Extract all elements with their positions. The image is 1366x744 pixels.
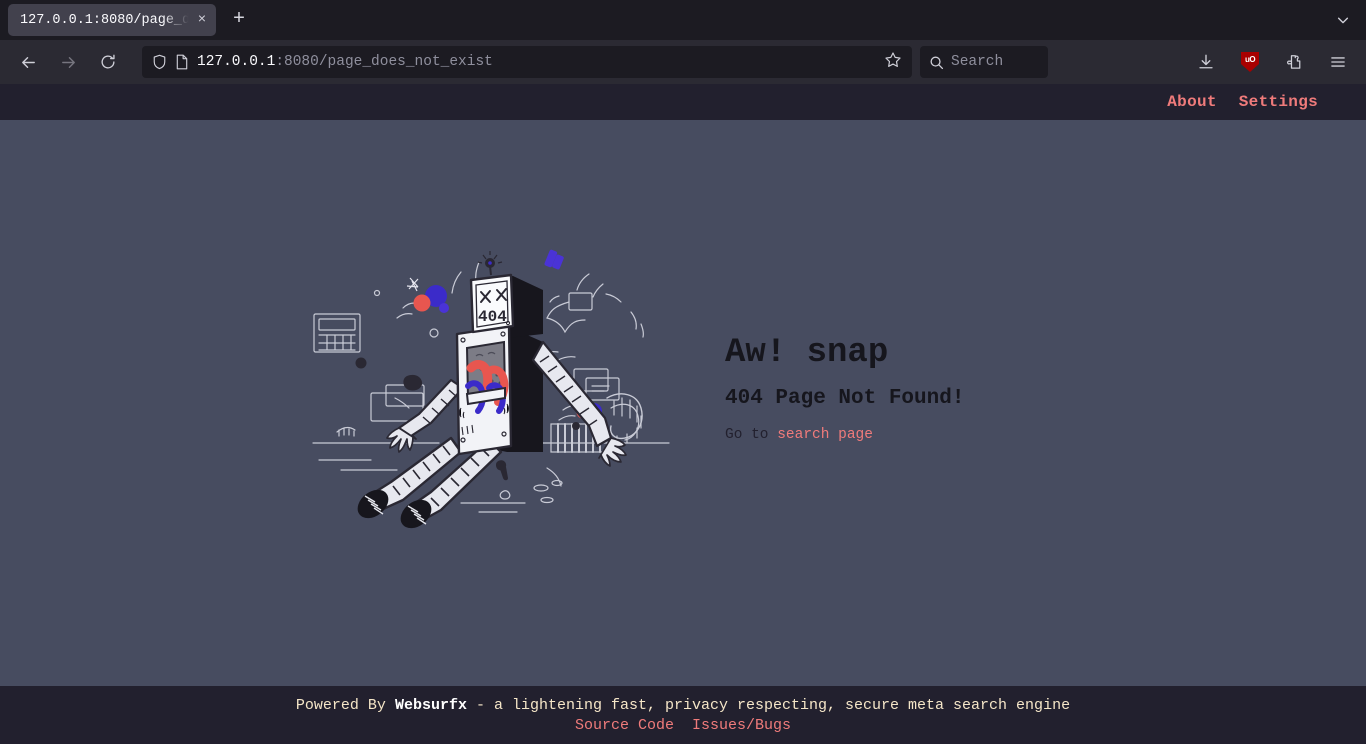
search-bar[interactable]: Search: [920, 46, 1048, 78]
address-bar[interactable]: 127.0.0.1:8080/page_does_not_exist: [142, 46, 912, 78]
back-button[interactable]: [11, 45, 45, 79]
footer-powered-prefix: Powered By: [295, 696, 395, 714]
tab-strip: 127.0.0.1:8080/page_does_not_exist × +: [0, 0, 1366, 40]
nav-link-about[interactable]: About: [1167, 93, 1217, 111]
new-tab-button[interactable]: +: [224, 5, 254, 35]
site-navigation: About Settings: [0, 84, 1366, 120]
confetti-red: [413, 294, 431, 312]
ublock-origin-button[interactable]: uO: [1233, 45, 1267, 79]
footer-links: Source Code Issues/Bugs: [575, 717, 791, 734]
app-menu-button[interactable]: [1321, 45, 1355, 79]
error-content: 404 Aw! snap 404 Page Not Found! Go to s…: [0, 120, 1366, 686]
tab-close-icon[interactable]: ×: [192, 10, 212, 30]
url-path: :8080/page_does_not_exist: [275, 54, 493, 70]
footer-tagline: Powered By Websurfx - a lightening fast,…: [296, 697, 1070, 714]
goto-prefix: Go to: [725, 427, 778, 444]
reload-button[interactable]: [91, 45, 125, 79]
forward-button[interactable]: [51, 45, 85, 79]
shield-icon[interactable]: [152, 54, 167, 70]
chevron-down-icon: [1337, 17, 1349, 24]
site-footer: Powered By Websurfx - a lightening fast,…: [0, 686, 1366, 744]
search-page-link[interactable]: search page: [777, 427, 873, 443]
confetti-blue-small: [439, 303, 449, 313]
error-subheadline: 404 Page Not Found!: [725, 387, 965, 411]
hamburger-menu-icon: [1331, 57, 1345, 67]
toolbar-icons: uO: [1186, 45, 1358, 79]
list-all-tabs-button[interactable]: [1328, 5, 1358, 35]
robot-head: 404: [469, 251, 515, 334]
goto-line: Go to search page: [725, 427, 1055, 443]
page-document-icon[interactable]: [175, 54, 189, 70]
download-icon: [1199, 54, 1213, 69]
reload-icon: [101, 54, 115, 69]
ublock-shield-icon: uO: [1241, 52, 1259, 72]
robot-legs: [357, 436, 503, 529]
footer-link-issues-bugs[interactable]: Issues/Bugs: [692, 717, 791, 734]
arrow-right-icon: [61, 56, 75, 68]
star-icon: [885, 51, 901, 67]
url-host: 127.0.0.1: [197, 54, 276, 70]
tab-title: 127.0.0.1:8080/page_does_not_exist: [20, 12, 192, 28]
url-text: 127.0.0.1:8080/page_does_not_exist: [197, 54, 493, 70]
page-viewport: About Settings 404 Aw! snap 404 Page Not…: [0, 84, 1366, 744]
search-placeholder: Search: [951, 54, 1004, 70]
illustration-404-text: 404: [478, 308, 507, 326]
footer-tagline-text: - a lightening fast, privacy respecting,…: [466, 696, 1071, 714]
error-text-column: Aw! snap 404 Page Not Found! Go to searc…: [725, 333, 1055, 444]
extensions-button[interactable]: [1277, 45, 1311, 79]
robot-illustration-svg: 404: [312, 249, 670, 529]
nav-link-settings[interactable]: Settings: [1239, 93, 1318, 111]
bookmark-button[interactable]: [884, 51, 902, 74]
confetti-purple-bars: [544, 249, 564, 270]
browser-tab[interactable]: 127.0.0.1:8080/page_does_not_exist ×: [8, 4, 216, 36]
browser-toolbar: 127.0.0.1:8080/page_does_not_exist Searc…: [0, 40, 1366, 84]
broken-robot-404-illustration: 404: [311, 238, 671, 538]
footer-link-source-code[interactable]: Source Code: [575, 717, 674, 734]
browser-window: 127.0.0.1:8080/page_does_not_exist × +: [0, 0, 1366, 744]
extensions-puzzle-icon: [1287, 55, 1301, 69]
footer-brand: Websurfx: [394, 696, 467, 714]
downloads-button[interactable]: [1189, 45, 1223, 79]
search-icon: [930, 56, 944, 69]
robot-torso: [455, 324, 513, 456]
error-headline: Aw! snap: [725, 333, 889, 372]
arrow-left-icon: [21, 56, 35, 68]
